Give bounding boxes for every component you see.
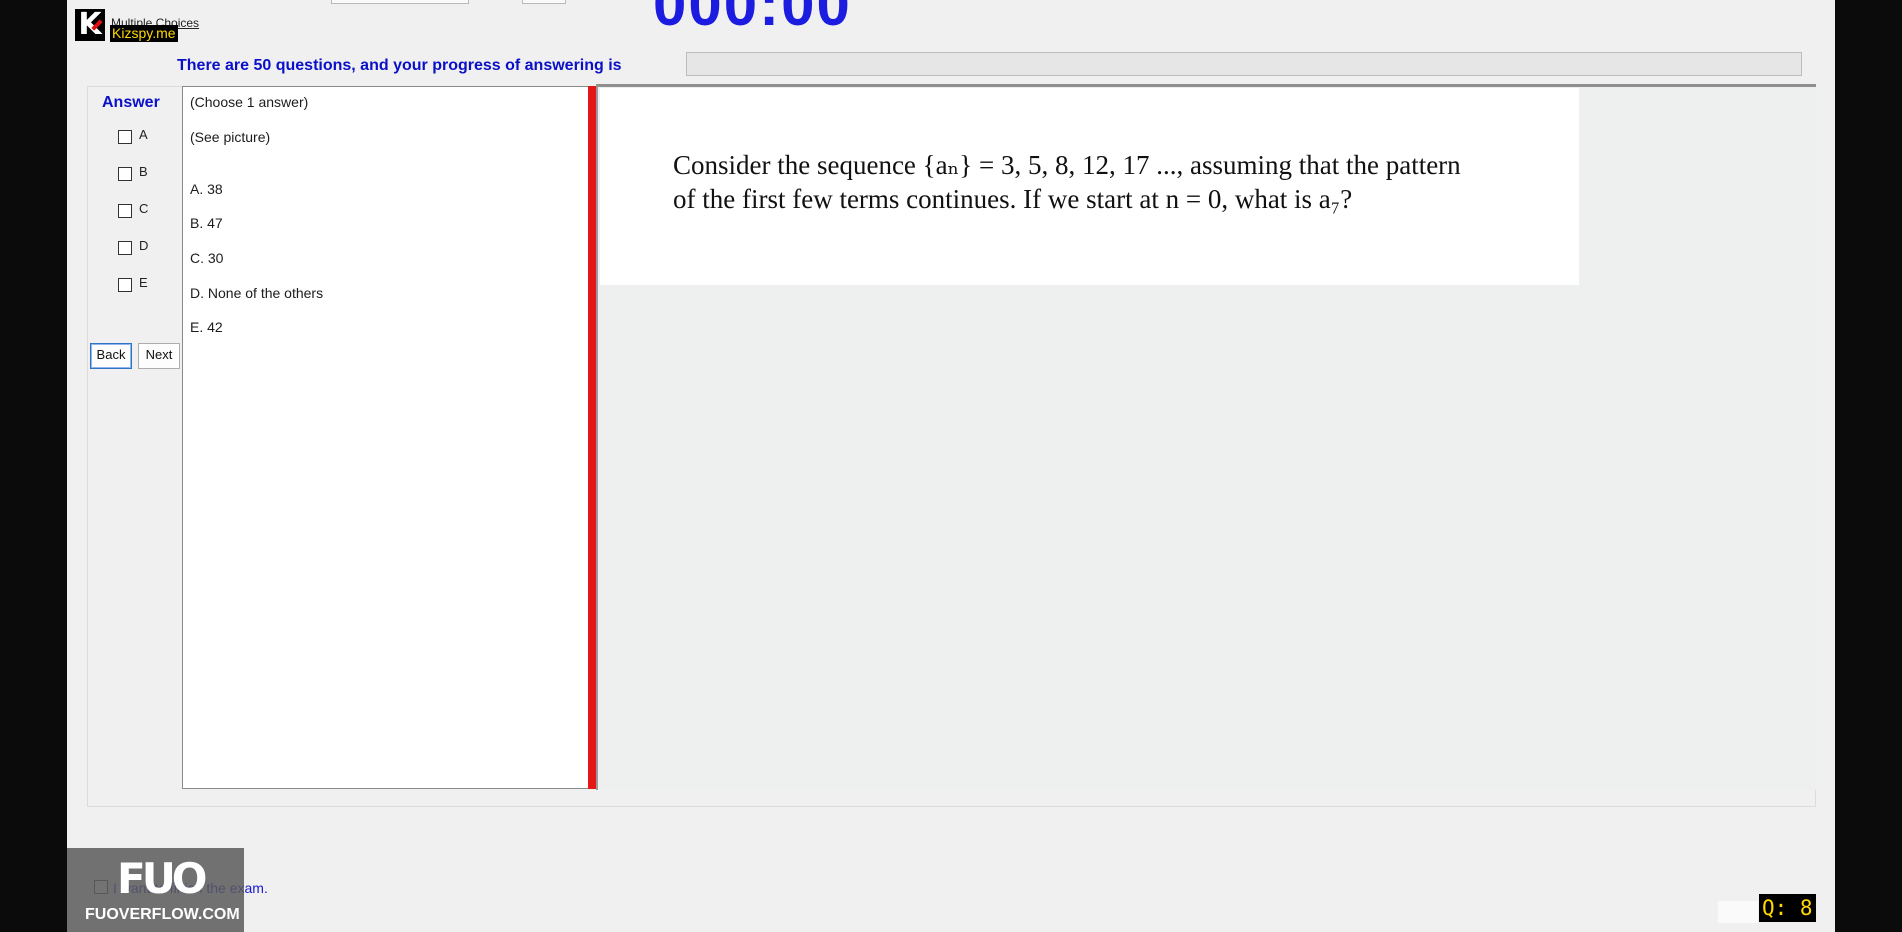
- choices-panel[interactable]: (Choose 1 answer) (See picture) A. 38 B.…: [182, 86, 591, 789]
- answer-checkbox-d[interactable]: D: [118, 237, 148, 259]
- checkbox-label: C: [139, 201, 149, 216]
- kizspy-watermark-text: Kizspy.me: [110, 25, 178, 42]
- top-small-field[interactable]: [522, 0, 566, 4]
- checkbox-label: E: [139, 275, 148, 290]
- checkbox-label: A: [139, 127, 148, 142]
- back-button[interactable]: Back: [90, 343, 132, 369]
- fuo-logo-icon: FUO: [117, 854, 207, 903]
- top-input-field[interactable]: [331, 0, 469, 4]
- see-picture-note: (See picture): [190, 129, 271, 145]
- panel-splitter[interactable]: [588, 86, 596, 789]
- choice-e: E. 42: [190, 319, 223, 335]
- exam-window: 000:00 Multiple Choices K Kizspy.me Ther…: [67, 0, 1835, 932]
- progress-bar: [686, 52, 1802, 76]
- answer-heading: Answer: [102, 94, 160, 111]
- choice-c: C. 30: [190, 250, 224, 266]
- answer-checkbox-a[interactable]: A: [118, 126, 148, 148]
- question-line-1: Consider the sequence {aₙ} = 3, 5, 8, 12…: [673, 150, 1461, 180]
- question-line-2: of the first few terms continues. If we …: [673, 184, 1353, 214]
- question-counter: Q: 8: [1759, 894, 1816, 922]
- checkbox-box[interactable]: [118, 204, 132, 218]
- fuoverflow-watermark: FUO FUOVERFLOW.COM: [67, 848, 244, 932]
- checkbox-box[interactable]: [118, 241, 132, 255]
- choice-d: D. None of the others: [190, 285, 324, 301]
- kizspy-logo-icon: K: [75, 9, 105, 41]
- progress-label: There are 50 questions, and your progres…: [177, 57, 622, 74]
- checkbox-box[interactable]: [118, 130, 132, 144]
- checkbox-label: D: [139, 238, 149, 253]
- choice-b: B. 47: [190, 215, 223, 231]
- question-text: Consider the sequence {aₙ} = 3, 5, 8, 12…: [673, 148, 1573, 216]
- checkbox-box[interactable]: [118, 278, 132, 292]
- answer-checkbox-e[interactable]: E: [118, 274, 148, 296]
- choose-instruction: (Choose 1 answer): [190, 94, 309, 110]
- next-button[interactable]: Next: [138, 343, 180, 369]
- answer-checkbox-c[interactable]: C: [118, 200, 148, 222]
- answer-checkbox-b[interactable]: B: [118, 163, 148, 185]
- counter-field: [1718, 901, 1758, 923]
- checkbox-box[interactable]: [118, 167, 132, 181]
- fuoverflow-text: FUOVERFLOW.COM: [85, 906, 240, 923]
- choice-a: A. 38: [190, 181, 223, 197]
- exam-timer: 000:00: [653, 0, 852, 38]
- checkbox-label: B: [139, 164, 148, 179]
